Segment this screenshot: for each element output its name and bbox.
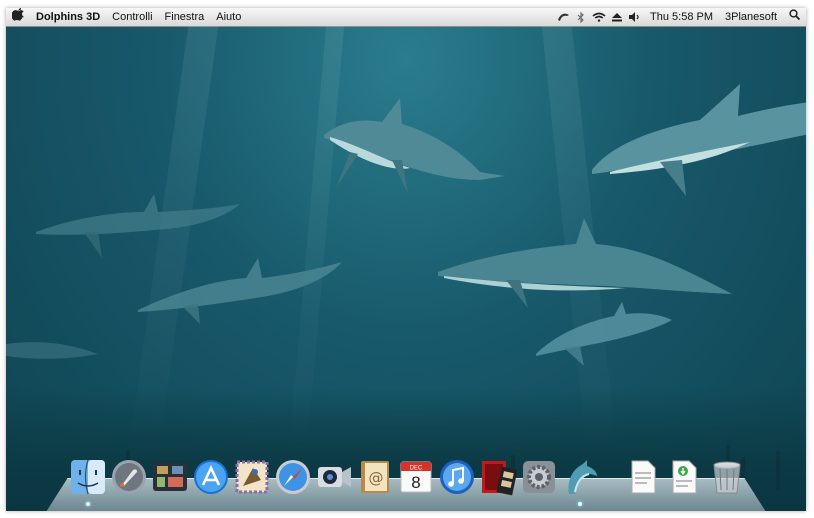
desktop-screen: Dolphins 3D Controlli Finestra Aiuto Thu… bbox=[6, 8, 806, 511]
downloads-document-icon[interactable] bbox=[665, 458, 703, 496]
running-indicator bbox=[578, 502, 582, 506]
menu-controlli[interactable]: Controlli bbox=[106, 8, 158, 26]
wifi-icon[interactable] bbox=[590, 8, 608, 26]
itunes-icon[interactable] bbox=[438, 458, 476, 496]
finder-icon[interactable] bbox=[69, 458, 107, 496]
dolphin-image bbox=[592, 84, 806, 196]
menu-aiuto[interactable]: Aiuto bbox=[210, 8, 247, 26]
mail-icon[interactable] bbox=[233, 458, 271, 496]
spotlight-icon[interactable] bbox=[783, 8, 806, 26]
safari-icon[interactable] bbox=[274, 458, 312, 496]
document-icon[interactable] bbox=[624, 458, 662, 496]
calendar-month: DEC bbox=[410, 466, 423, 472]
svg-text:@: @ bbox=[369, 469, 384, 487]
dolphin-image bbox=[324, 98, 505, 194]
running-indicator bbox=[86, 502, 90, 506]
bluetooth-icon[interactable] bbox=[572, 8, 590, 26]
app-store-icon[interactable] bbox=[192, 458, 230, 496]
mission-control-icon[interactable] bbox=[151, 458, 189, 496]
menu-bar: Dolphins 3D Controlli Finestra Aiuto Thu… bbox=[6, 8, 806, 27]
apple-menu-icon[interactable] bbox=[6, 8, 30, 27]
menubar-user[interactable]: 3Planesoft bbox=[719, 8, 783, 26]
launchpad-icon[interactable] bbox=[110, 458, 148, 496]
app-menu[interactable]: Dolphins 3D bbox=[30, 8, 106, 26]
volume-icon[interactable] bbox=[626, 8, 644, 26]
system-preferences-icon[interactable] bbox=[520, 458, 558, 496]
facetime-icon[interactable] bbox=[315, 458, 353, 496]
dock: @ DEC 8 bbox=[6, 458, 806, 508]
trash-icon[interactable] bbox=[708, 458, 746, 496]
menubar-clock[interactable]: Thu 5:58 PM bbox=[644, 8, 719, 26]
eject-icon[interactable] bbox=[608, 8, 626, 26]
dolphin-image bbox=[6, 342, 98, 359]
dolphin-status-icon[interactable] bbox=[554, 8, 572, 26]
dolphin-image bbox=[138, 258, 342, 324]
calendar-icon[interactable]: DEC 8 bbox=[397, 458, 435, 496]
calendar-day: 8 bbox=[411, 473, 420, 492]
dolphin-image bbox=[438, 218, 732, 308]
dolphins-3d-icon[interactable] bbox=[561, 458, 599, 496]
menu-finestra[interactable]: Finestra bbox=[159, 8, 211, 26]
address-book-icon[interactable]: @ bbox=[356, 458, 394, 496]
dolphin-image bbox=[536, 302, 672, 366]
photo-booth-icon[interactable] bbox=[479, 458, 518, 496]
